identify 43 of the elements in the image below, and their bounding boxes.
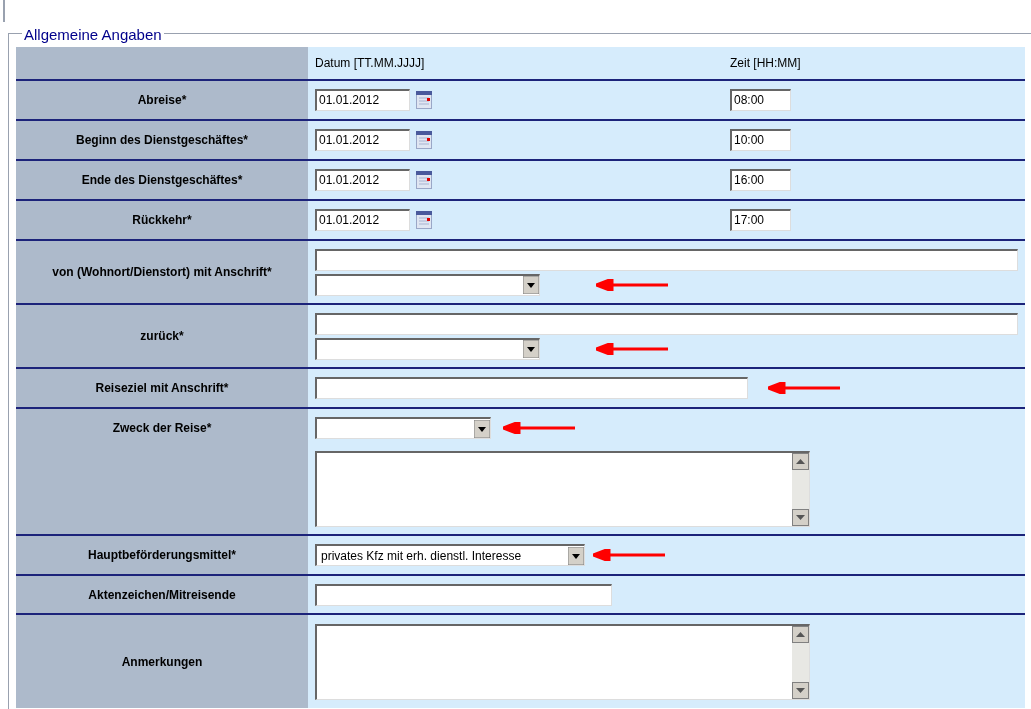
dropdown[interactable] xyxy=(315,337,540,360)
field-label: von (Wohnort/Dienstort) mit Anschrift* xyxy=(52,265,272,279)
input-field[interactable] xyxy=(315,248,1018,271)
date-field[interactable]: 01.01.2012 xyxy=(315,129,410,151)
column-header: Zeit [HH:MM] xyxy=(730,55,801,72)
calendar-icon[interactable] xyxy=(416,131,432,149)
field-label: Anmerkungen xyxy=(121,654,203,669)
scroll-down-icon[interactable] xyxy=(792,681,809,699)
field-label: Hauptbeförderungsmittel* xyxy=(88,548,236,562)
dropdown-caret-icon[interactable] xyxy=(523,276,539,294)
calendar-icon[interactable] xyxy=(416,91,432,109)
field-label: Beginn des Dienstgeschäftes* xyxy=(75,133,249,147)
text-area[interactable] xyxy=(315,623,810,700)
scroll-up-icon[interactable] xyxy=(792,453,809,470)
calendar-icon[interactable] xyxy=(416,171,432,189)
scroll-up-icon[interactable] xyxy=(792,625,809,643)
date-field[interactable]: 01.01.2012 xyxy=(315,89,410,111)
date-field[interactable]: 01.01.2012 xyxy=(315,209,410,231)
text-area[interactable] xyxy=(315,451,810,527)
field-label: Abreise* xyxy=(137,93,187,107)
dropdown-caret-icon[interactable] xyxy=(568,546,584,565)
time-field[interactable]: 17:00 xyxy=(730,209,791,231)
field-label: Ende des Dienstgeschäftes* xyxy=(81,173,243,187)
field-label: Zweck der Reise* xyxy=(112,421,212,435)
date-field[interactable]: 01.01.2012 xyxy=(315,169,410,191)
dropdown[interactable] xyxy=(315,417,491,439)
dropdown-caret-icon[interactable] xyxy=(523,340,539,358)
column-header: Datum [TT.MM.JJJJ] xyxy=(315,55,426,72)
time-field[interactable]: 10:00 xyxy=(730,129,791,151)
input-field[interactable] xyxy=(315,312,1018,335)
field-label: Aktenzeichen/Mitreisende xyxy=(88,587,236,602)
dropdown-caret-icon[interactable] xyxy=(474,419,490,438)
field-label: Rückkehr* xyxy=(132,213,192,227)
input-field[interactable] xyxy=(315,583,612,606)
time-field[interactable]: 16:00 xyxy=(730,169,791,191)
scroll-down-icon[interactable] xyxy=(792,509,809,526)
dropdown[interactable]: privates Kfz mit erh. dienstl. Interesse xyxy=(315,544,585,566)
field-label: zurück* xyxy=(140,329,184,343)
field-label: Reiseziel mit Anschrift* xyxy=(95,381,229,395)
dropdown[interactable] xyxy=(315,273,540,296)
calendar-icon[interactable] xyxy=(416,211,432,229)
time-field[interactable]: 08:00 xyxy=(730,89,791,111)
input-field[interactable] xyxy=(315,377,748,399)
